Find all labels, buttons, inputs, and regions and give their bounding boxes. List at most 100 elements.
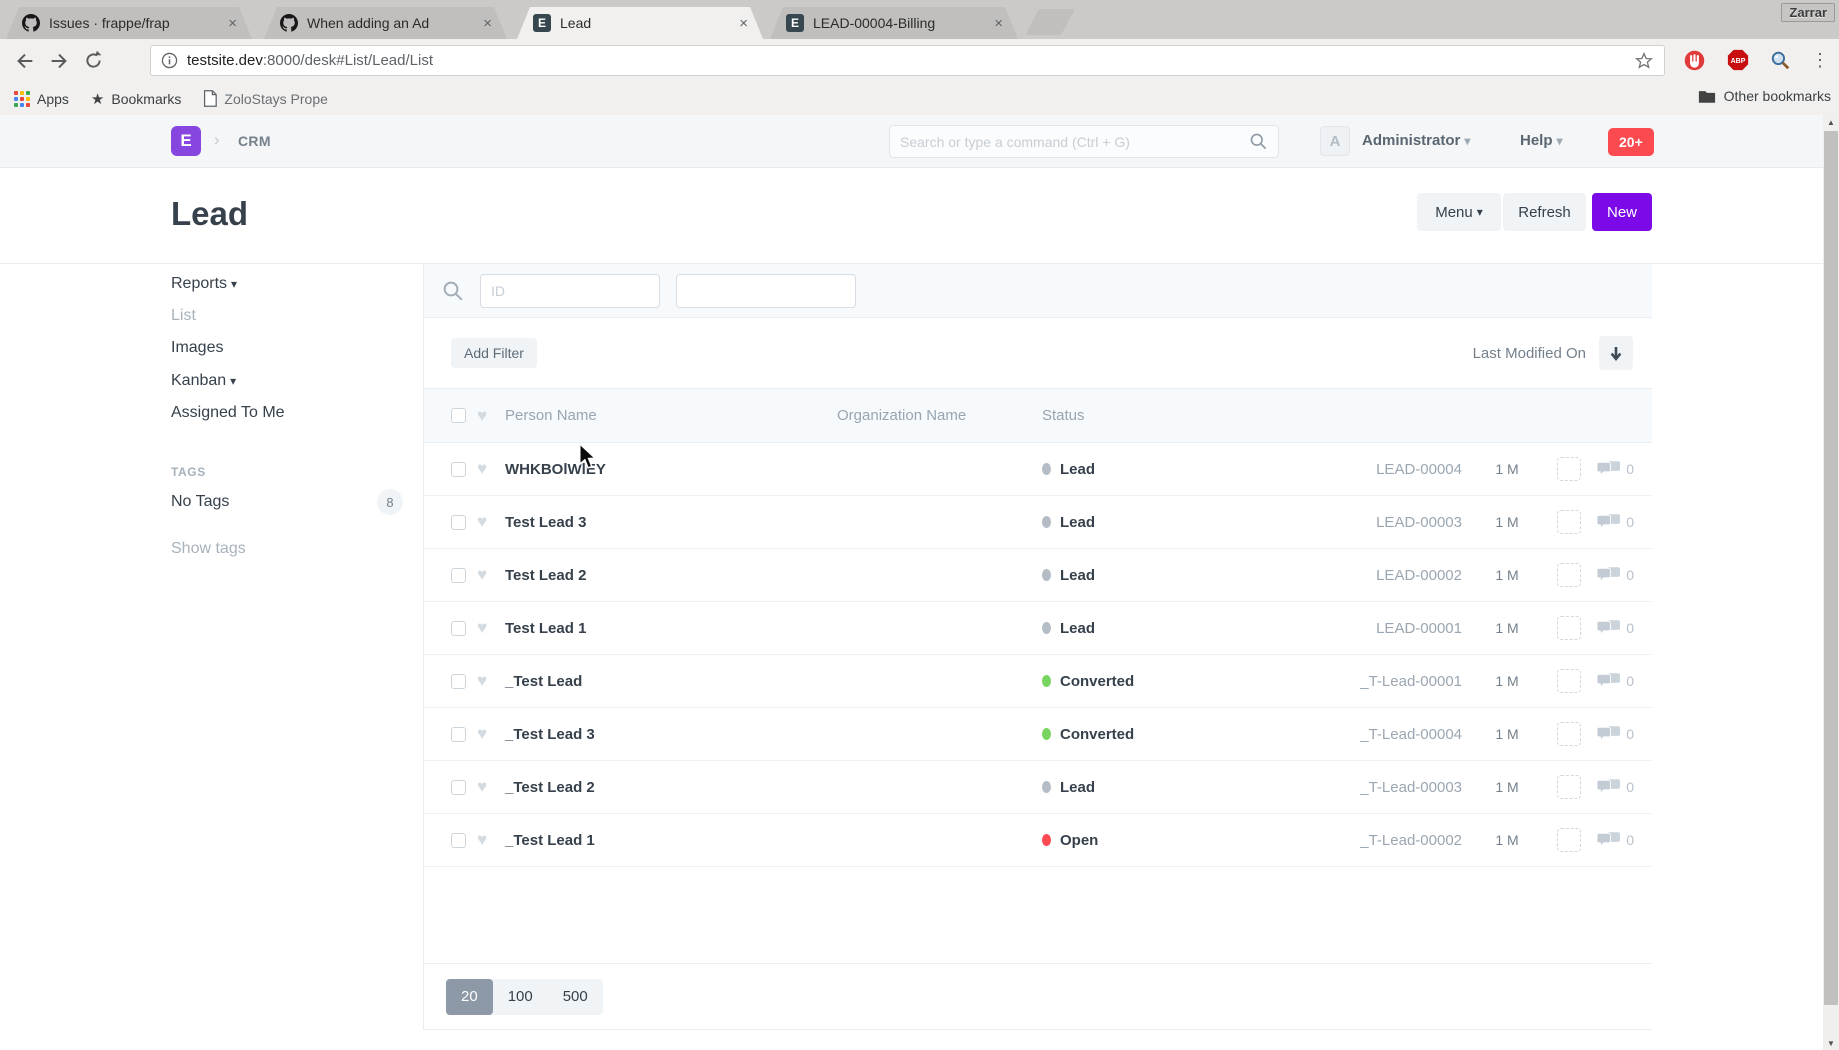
heart-icon[interactable]: ♥ bbox=[477, 565, 505, 585]
row-checkbox[interactable] bbox=[451, 779, 466, 795]
row-checkbox[interactable] bbox=[451, 567, 466, 583]
global-search-input[interactable] bbox=[900, 133, 1249, 150]
menu-button[interactable]: Menu ▾ bbox=[1417, 193, 1501, 231]
lead-name-link[interactable]: WHKBOlWlEY bbox=[505, 461, 837, 478]
close-icon[interactable]: × bbox=[736, 15, 751, 32]
mouse-cursor bbox=[579, 444, 597, 469]
stop-blocker-extension-icon[interactable] bbox=[1682, 48, 1706, 72]
user-menu[interactable]: Administrator ▾ bbox=[1362, 132, 1470, 149]
new-button[interactable]: New bbox=[1592, 193, 1652, 231]
browser-tab-lead-00004[interactable]: E LEAD-00004-Billing × bbox=[770, 7, 1018, 39]
refresh-button[interactable]: Refresh bbox=[1503, 193, 1586, 231]
assign-placeholder[interactable] bbox=[1557, 457, 1581, 481]
scroll-up-icon[interactable]: ▲ bbox=[1823, 115, 1839, 129]
row-checkbox[interactable] bbox=[451, 832, 466, 848]
table-row[interactable]: ♥ _Test Lead 3 Converted _T-Lead-00004 1… bbox=[424, 708, 1652, 761]
table-row[interactable]: ♥ _Test Lead Converted _T-Lead-00001 1 M… bbox=[424, 655, 1652, 708]
assign-placeholder[interactable] bbox=[1557, 563, 1581, 587]
notification-badge[interactable]: 20+ bbox=[1608, 128, 1654, 156]
global-search[interactable] bbox=[889, 125, 1279, 158]
modified-ago: 1 M bbox=[1495, 514, 1519, 530]
back-button[interactable] bbox=[8, 44, 42, 78]
sidebar-item-no-tags[interactable]: No Tags bbox=[171, 493, 229, 511]
apps-shortcut[interactable]: Apps bbox=[14, 90, 69, 107]
new-tab-button[interactable] bbox=[1025, 9, 1075, 35]
heart-icon[interactable]: ♥ bbox=[477, 618, 505, 638]
sidebar-item-reports[interactable]: Reports ▾ bbox=[171, 275, 237, 293]
browser-tab-issues[interactable]: Issues · frappe/frap × bbox=[6, 7, 252, 39]
sidebar-item-assigned-to-me[interactable]: Assigned To Me bbox=[171, 404, 285, 422]
other-bookmarks-button[interactable]: Other bookmarks bbox=[1698, 88, 1831, 104]
breadcrumb-module[interactable]: CRM bbox=[238, 133, 271, 149]
sidebar-item-list[interactable]: List bbox=[171, 307, 196, 325]
url-address-bar[interactable]: testsite.dev:8000/desk#List/Lead/List bbox=[150, 45, 1665, 76]
assign-placeholder[interactable] bbox=[1557, 669, 1581, 693]
comments-icon bbox=[1596, 514, 1621, 530]
close-icon[interactable]: × bbox=[225, 15, 240, 32]
bookmarks-folder-shortcut[interactable]: ★ Bookmarks bbox=[91, 90, 181, 108]
row-checkbox[interactable] bbox=[451, 673, 466, 689]
bookmark-star-icon[interactable] bbox=[1634, 51, 1654, 71]
help-menu[interactable]: Help ▾ bbox=[1520, 132, 1563, 149]
browser-scrollbar[interactable]: ▲ ▼ bbox=[1823, 115, 1839, 1050]
table-row[interactable]: ♥ _Test Lead 1 Open _T-Lead-00002 1 M 0 bbox=[424, 814, 1652, 867]
select-all-checkbox[interactable] bbox=[451, 408, 466, 423]
assign-placeholder[interactable] bbox=[1557, 510, 1581, 534]
lead-name-link[interactable]: Test Lead 1 bbox=[505, 620, 837, 637]
add-filter-button[interactable]: Add Filter bbox=[451, 338, 537, 368]
table-row[interactable]: ♥ Test Lead 1 Lead LEAD-00001 1 M 0 bbox=[424, 602, 1652, 655]
lead-name-link[interactable]: Test Lead 3 bbox=[505, 514, 837, 531]
user-avatar[interactable]: A bbox=[1320, 126, 1350, 156]
lead-name-link[interactable]: Test Lead 2 bbox=[505, 567, 837, 584]
show-tags-link[interactable]: Show tags bbox=[171, 540, 246, 558]
assign-placeholder[interactable] bbox=[1557, 828, 1581, 852]
assign-placeholder[interactable] bbox=[1557, 722, 1581, 746]
row-checkbox[interactable] bbox=[451, 514, 466, 530]
page-info-icon[interactable] bbox=[161, 52, 178, 69]
sort-field-selector[interactable]: Last Modified On bbox=[1473, 345, 1586, 362]
heart-icon[interactable]: ♥ bbox=[477, 830, 505, 850]
modified-ago: 1 M bbox=[1495, 620, 1519, 636]
heart-icon[interactable]: ♥ bbox=[477, 777, 505, 797]
heart-icon[interactable]: ♥ bbox=[477, 459, 505, 479]
heart-icon[interactable]: ♥ bbox=[477, 671, 505, 691]
erpnext-logo[interactable]: E bbox=[171, 126, 201, 156]
heart-icon[interactable]: ♥ bbox=[477, 512, 505, 532]
table-row[interactable]: ♥ _Test Lead 2 Lead _T-Lead-00003 1 M 0 bbox=[424, 761, 1652, 814]
heart-icon[interactable]: ♥ bbox=[477, 406, 505, 426]
row-checkbox[interactable] bbox=[451, 726, 466, 742]
table-row[interactable]: ♥ Test Lead 3 Lead LEAD-00003 1 M 0 bbox=[424, 496, 1652, 549]
page-length-100[interactable]: 100 bbox=[493, 979, 548, 1015]
lead-name-link[interactable]: _Test Lead 1 bbox=[505, 832, 837, 849]
sidebar-item-images[interactable]: Images bbox=[171, 339, 223, 357]
lead-name-link[interactable]: _Test Lead 3 bbox=[505, 726, 837, 743]
adblock-plus-extension-icon[interactable]: ABP bbox=[1726, 48, 1750, 72]
lead-name-link[interactable]: _Test Lead bbox=[505, 673, 837, 690]
forward-button[interactable] bbox=[42, 44, 76, 78]
browser-menu-icon[interactable]: ⋮ bbox=[1808, 48, 1832, 72]
column-status: Status bbox=[1042, 407, 1085, 424]
assign-placeholder[interactable] bbox=[1557, 775, 1581, 799]
heart-icon[interactable]: ♥ bbox=[477, 724, 505, 744]
close-icon[interactable]: × bbox=[480, 15, 495, 32]
filter-value-input[interactable] bbox=[676, 273, 856, 308]
close-icon[interactable]: × bbox=[991, 15, 1006, 32]
lead-name-link[interactable]: _Test Lead 2 bbox=[505, 779, 837, 796]
assign-placeholder[interactable] bbox=[1557, 616, 1581, 640]
page-length-20[interactable]: 20 bbox=[446, 978, 493, 1015]
browser-tab-lead-active[interactable]: E Lead × bbox=[517, 7, 763, 39]
row-checkbox[interactable] bbox=[451, 620, 466, 636]
reload-button[interactable] bbox=[76, 44, 110, 78]
bookmark-item-zolostays[interactable]: ZoloStays Prope bbox=[203, 90, 328, 107]
filter-id-input[interactable] bbox=[480, 273, 660, 308]
table-row[interactable]: ♥ Test Lead 2 Lead LEAD-00002 1 M 0 bbox=[424, 549, 1652, 602]
scrollbar-thumb[interactable] bbox=[1824, 131, 1838, 1005]
row-checkbox[interactable] bbox=[451, 461, 466, 477]
search-extension-icon[interactable] bbox=[1768, 48, 1792, 72]
page-length-500[interactable]: 500 bbox=[548, 979, 603, 1015]
sidebar-item-kanban[interactable]: Kanban ▾ bbox=[171, 372, 236, 390]
browser-tab-when-adding[interactable]: When adding an Ad × bbox=[264, 7, 507, 39]
table-row[interactable]: ♥ WHKBOlWlEY Lead LEAD-00004 1 M 0 bbox=[424, 443, 1652, 496]
sort-direction-button[interactable] bbox=[1599, 336, 1633, 370]
scroll-down-icon[interactable]: ▼ bbox=[1823, 1036, 1839, 1050]
